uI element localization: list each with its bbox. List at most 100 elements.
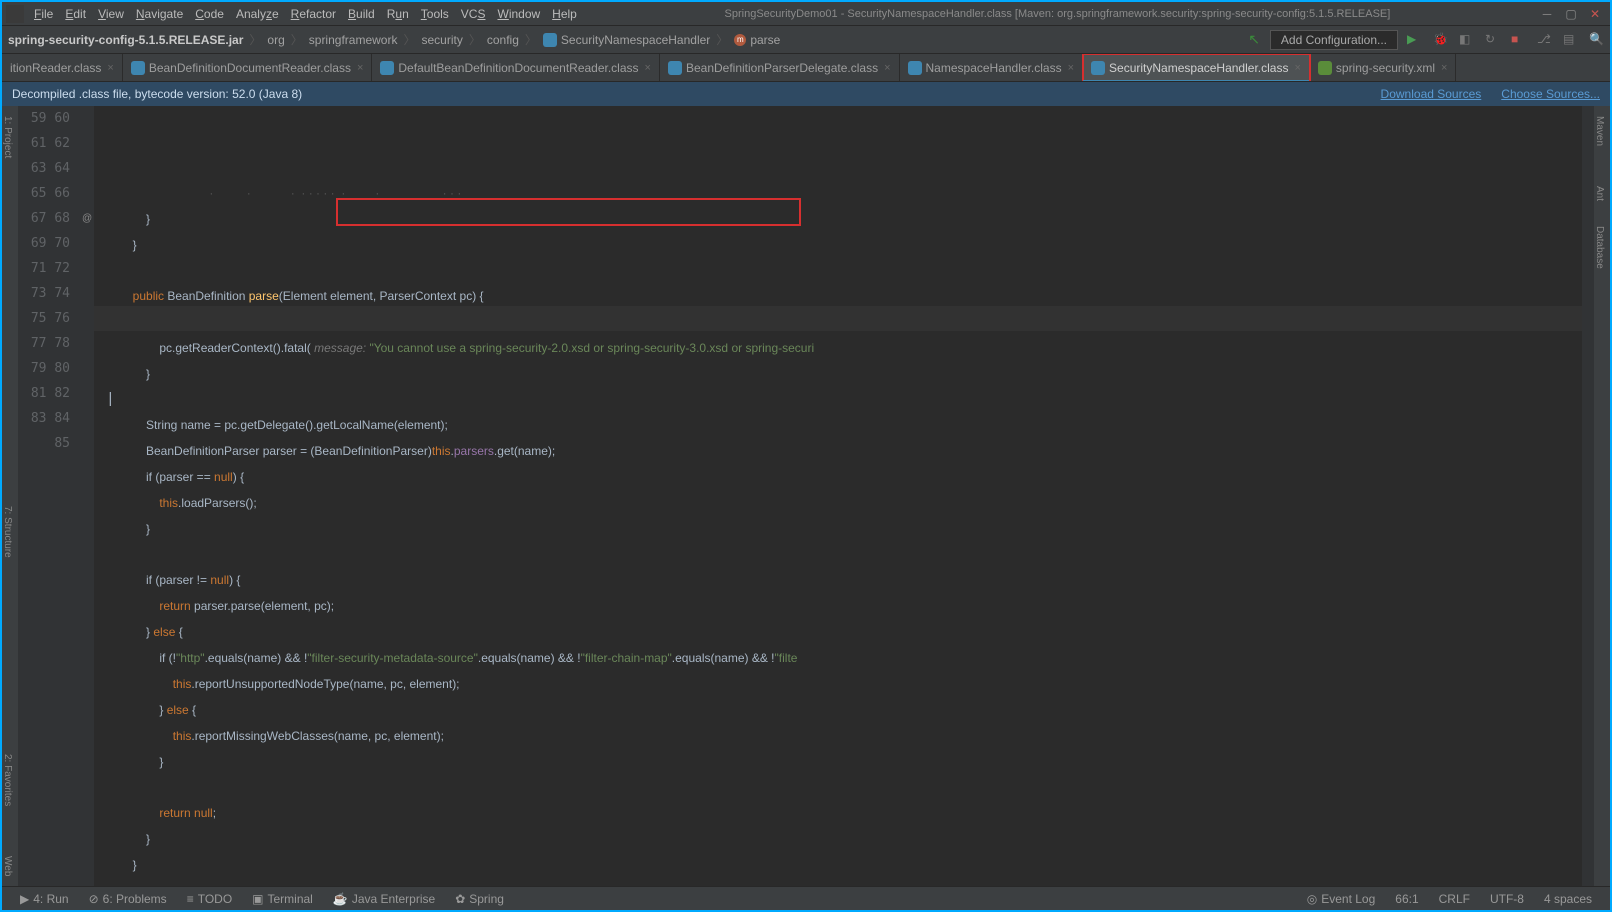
class-icon	[908, 61, 922, 75]
web-tool-button[interactable]: Web	[2, 856, 13, 876]
tab-beandefdocreader[interactable]: BeanDefinitionDocumentReader.class×	[123, 54, 373, 82]
menu-file[interactable]: File	[28, 7, 59, 21]
crumb-jar[interactable]: spring-security-config-5.1.5.RELEASE.jar	[8, 33, 243, 47]
menu-code[interactable]: Code	[189, 7, 230, 21]
close-icon[interactable]: ×	[1294, 62, 1300, 74]
file-encoding[interactable]: UTF-8	[1480, 892, 1534, 906]
code-line: this.reportMissingWebClasses(name, pc, e…	[106, 729, 444, 743]
database-tool-button[interactable]: Database	[1594, 226, 1605, 269]
close-icon[interactable]: ×	[1068, 62, 1074, 74]
favorites-tool-button[interactable]: 2: Favorites	[2, 754, 13, 806]
tab-springsecurityxml[interactable]: spring-security.xml×	[1310, 54, 1457, 82]
line-separator[interactable]: CRLF	[1429, 892, 1480, 906]
menu-view[interactable]: View	[92, 7, 130, 21]
code-line: }	[106, 367, 150, 381]
class-icon	[668, 61, 682, 75]
tool-spring[interactable]: ✿ Spring	[445, 892, 514, 906]
code-line: }	[106, 238, 137, 252]
structure-icon[interactable]: ▤	[1563, 32, 1579, 48]
run-configuration[interactable]: Add Configuration...	[1270, 30, 1398, 50]
code-line: }	[106, 858, 137, 872]
editor-area: 59 60 61 62 63 64 65 66 67 68 69 70 71 7…	[18, 106, 1594, 886]
tool-javaee[interactable]: ☕ Java Enterprise	[323, 892, 445, 906]
menu-build[interactable]: Build	[342, 7, 381, 21]
code-line: this.loadParsers();	[106, 496, 257, 510]
tool-problems[interactable]: ⊘ 6: Problems	[79, 892, 177, 906]
tool-todo[interactable]: ≡ TODO	[177, 892, 242, 906]
close-icon[interactable]: ×	[357, 62, 363, 74]
tab-namespacehandler[interactable]: NamespaceHandler.class×	[900, 54, 1084, 82]
code-line: pc.getReaderContext().fatal( message: "Y…	[106, 341, 814, 355]
indent-setting[interactable]: 4 spaces	[1534, 892, 1602, 906]
crumb-springframework[interactable]: springframework	[309, 33, 398, 47]
class-icon	[543, 33, 557, 47]
left-toolwindow-strip[interactable]: 1: Project 7: Structure 2: Favorites Web	[2, 106, 18, 886]
annotation-red-box	[336, 198, 801, 226]
cursor-position[interactable]: 66:1	[1385, 892, 1428, 906]
close-icon[interactable]: ×	[884, 62, 890, 74]
search-icon[interactable]: 🔍	[1589, 32, 1605, 48]
stop-icon[interactable]: ■	[1511, 32, 1527, 48]
tab-defaultbeandefdocreader[interactable]: DefaultBeanDefinitionDocumentReader.clas…	[372, 54, 660, 82]
maximize-button[interactable]: ▢	[1564, 7, 1578, 21]
gutter[interactable]: 59 60 61 62 63 64 65 66 67 68 69 70 71 7…	[18, 106, 94, 886]
code-line: if (parser != null) {	[106, 573, 240, 587]
profile-icon[interactable]: ↻	[1485, 32, 1501, 48]
menu-analyze[interactable]: Analyze	[230, 7, 285, 21]
code-line: BeanDefinitionParser parser = (BeanDefin…	[106, 444, 555, 458]
crumb-method[interactable]: parse	[750, 33, 780, 47]
event-log[interactable]: ◎ Event Log	[1297, 892, 1386, 906]
menu-refactor[interactable]: Refactor	[285, 7, 342, 21]
coverage-icon[interactable]: ◧	[1459, 32, 1475, 48]
decompiled-banner: Decompiled .class file, bytecode version…	[2, 82, 1610, 106]
caret-line	[94, 306, 1594, 331]
run-icon[interactable]: ▶	[1407, 32, 1423, 48]
menubar: File Edit View Navigate Code Analyze Ref…	[2, 2, 1610, 26]
crumb-class[interactable]: SecurityNamespaceHandler	[561, 33, 710, 47]
choose-sources-link[interactable]: Choose Sources...	[1501, 87, 1600, 101]
scrollbar-vertical[interactable]	[1582, 106, 1594, 886]
debug-icon[interactable]: 🐞	[1433, 32, 1449, 48]
breadcrumb[interactable]: spring-security-config-5.1.5.RELEASE.jar…	[2, 31, 786, 48]
menu-run[interactable]: Run	[381, 7, 415, 21]
build-icon[interactable]: ↖	[1248, 31, 1260, 48]
right-toolwindow-strip[interactable]: Maven Ant Database	[1594, 106, 1610, 886]
menu-navigate[interactable]: Navigate	[130, 7, 189, 21]
menu-window[interactable]: Window	[491, 7, 546, 21]
code-line-62: public BeanDefinition parse(Element elem…	[106, 289, 484, 303]
menu-help[interactable]: Help	[546, 7, 583, 21]
maven-tool-button[interactable]: Maven	[1594, 116, 1605, 146]
close-button[interactable]: ✕	[1588, 7, 1602, 21]
close-icon[interactable]: ×	[1441, 62, 1447, 74]
tab-beandefparserdelegate[interactable]: BeanDefinitionParserDelegate.class×	[660, 54, 900, 82]
vcs-icon[interactable]: ⎇	[1537, 32, 1553, 48]
menu-edit[interactable]: Edit	[59, 7, 92, 21]
menu-vcs[interactable]: VCS	[455, 7, 492, 21]
project-tool-button[interactable]: 1: Project	[2, 116, 13, 158]
code-editor[interactable]: · · · · · · · · · · · · · } } public Bea…	[94, 106, 1594, 886]
close-icon[interactable]: ×	[645, 62, 651, 74]
structure-tool-button[interactable]: 7: Structure	[2, 506, 13, 558]
menu-tools[interactable]: Tools	[415, 7, 455, 21]
tool-run[interactable]: ▶ 4: Run	[10, 892, 79, 906]
method-icon: m	[734, 34, 746, 46]
ant-tool-button[interactable]: Ant	[1594, 186, 1605, 201]
class-icon	[380, 61, 394, 75]
annotation-icon[interactable]: @	[82, 206, 92, 231]
minimize-button[interactable]: ─	[1540, 7, 1554, 21]
tab-itionreader[interactable]: itionReader.class×	[2, 54, 123, 82]
xml-icon	[1318, 61, 1332, 75]
class-icon	[131, 61, 145, 75]
code-line: if (!"http".equals(name) && !"filter-sec…	[106, 651, 797, 665]
download-sources-link[interactable]: Download Sources	[1381, 87, 1482, 101]
crumb-org[interactable]: org	[267, 33, 284, 47]
class-icon	[1091, 61, 1105, 75]
code-line: }	[106, 755, 163, 769]
crumb-config[interactable]: config	[487, 33, 519, 47]
navigation-toolbar: spring-security-config-5.1.5.RELEASE.jar…	[2, 26, 1610, 54]
tab-securitynamespacehandler[interactable]: SecurityNamespaceHandler.class×	[1083, 54, 1310, 82]
crumb-security[interactable]: security	[421, 33, 462, 47]
close-icon[interactable]: ×	[107, 62, 113, 74]
tool-terminal[interactable]: ▣ Terminal	[242, 892, 323, 906]
code-line: return null;	[106, 806, 216, 820]
